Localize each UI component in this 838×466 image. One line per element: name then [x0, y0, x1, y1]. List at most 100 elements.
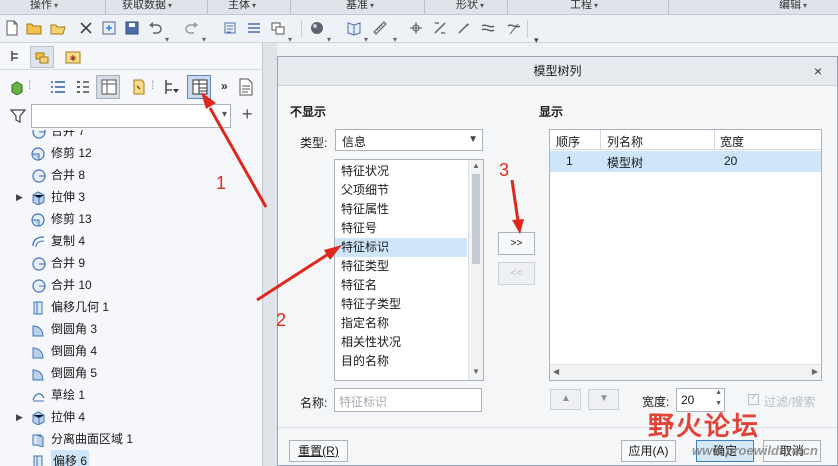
measure-icon[interactable] — [372, 20, 388, 36]
tree-filter-list-icon[interactable] — [75, 79, 91, 95]
search-dropdown-icon[interactable]: ▾ — [222, 109, 227, 120]
divider: ⁞ — [28, 78, 32, 92]
scroll-left-icon[interactable]: ◀ — [553, 367, 559, 376]
list-item[interactable]: 特征子类型 — [335, 295, 467, 314]
spin-up-icon[interactable]: ▲ — [715, 389, 722, 396]
tree-item[interactable]: 修剪 12 — [0, 142, 263, 164]
scroll-up-icon[interactable]: ▲ — [472, 161, 480, 170]
regenerate-icon[interactable] — [101, 20, 117, 36]
reset-button[interactable]: 重置(R) — [289, 440, 348, 462]
menu-shape[interactable]: 形状 ▾ — [456, 0, 484, 14]
new-file-icon[interactable] — [4, 20, 20, 36]
list-item[interactable]: 特征状况 — [335, 162, 467, 181]
tree-item[interactable]: 合并 9 — [0, 252, 263, 274]
list-item[interactable]: 特征名 — [335, 276, 467, 295]
available-columns-list[interactable]: 特征状况 父项细节 特征属性 特征号 特征标识 特征类型 特征名 特征子类型 指… — [334, 159, 484, 381]
expand-arrow-icon[interactable]: ▶ — [16, 186, 23, 208]
tree-columns-toggle[interactable] — [96, 75, 120, 99]
remove-column-button[interactable]: << — [498, 262, 535, 285]
shading-dropdown-icon[interactable]: ▾ — [327, 35, 331, 44]
windows-icon[interactable] — [270, 20, 286, 36]
list-item[interactable]: 特征类型 — [335, 257, 467, 276]
scroll-right-icon[interactable]: ▶ — [812, 367, 818, 376]
scroll-thumb[interactable] — [472, 174, 480, 264]
tree-item[interactable]: 倒圆角 4 — [0, 340, 263, 362]
tree-search-input[interactable] — [31, 104, 231, 128]
shading-sphere-icon[interactable] — [309, 20, 325, 36]
open-file-icon[interactable] — [26, 20, 42, 36]
document-icon[interactable] — [238, 78, 254, 96]
close-window-icon[interactable] — [78, 20, 94, 36]
table-hscrollbar[interactable]: ◀ ▶ — [550, 364, 821, 380]
redo-icon[interactable] — [184, 20, 200, 36]
datum-display-icon[interactable] — [408, 20, 424, 36]
type-select[interactable]: 信息 ▼ — [335, 129, 483, 151]
favorites-tab-icon[interactable]: ✱ — [65, 49, 81, 64]
list-item-selected[interactable]: 特征标识 — [335, 238, 467, 257]
overflow-chevron-icon[interactable]: » — [221, 79, 228, 93]
tree-item[interactable]: 复制 4 — [0, 230, 263, 252]
tree-item[interactable]: 合并 7 — [0, 130, 263, 142]
name-field[interactable]: 特征标识 — [334, 388, 482, 412]
move-up-button[interactable]: ▲ — [550, 389, 581, 410]
csys-display-icon[interactable] — [480, 20, 496, 36]
add-filter-icon[interactable]: + — [242, 104, 253, 125]
tree-item-label: 复制 4 — [51, 234, 86, 248]
tree-item-selected[interactable]: 偏移 6 — [0, 450, 263, 466]
name-label: 名称: — [300, 396, 328, 410]
show-tool-icon[interactable] — [131, 78, 147, 96]
move-down-button[interactable]: ▼ — [588, 389, 619, 410]
list-item[interactable]: 目的名称 — [335, 352, 467, 371]
table-row[interactable]: 1 模型树 20 — [550, 151, 821, 172]
tree-item[interactable]: 倒圆角 3 — [0, 318, 263, 340]
menu-edit[interactable]: 编辑 ▾ — [779, 0, 807, 14]
views-dropdown-icon[interactable]: ▾ — [364, 35, 368, 44]
menu-get-data[interactable]: 获取数据 ▾ — [122, 0, 172, 14]
tree-columns-button[interactable] — [187, 75, 211, 99]
tree-item[interactable]: 修剪 13 — [0, 208, 263, 230]
list-item[interactable]: 相关性状况 — [335, 333, 467, 352]
scroll-down-icon[interactable]: ▼ — [472, 367, 480, 376]
regenerate-manager-icon[interactable] — [246, 20, 262, 36]
apply-button[interactable]: 应用(A) — [621, 440, 676, 462]
menu-operations[interactable]: 操作 ▾ — [30, 0, 58, 14]
axis-display-icon[interactable] — [432, 20, 448, 36]
undo-icon[interactable] — [147, 20, 163, 36]
filter-funnel-icon[interactable] — [10, 108, 26, 124]
split-surface-icon — [32, 434, 44, 447]
menu-engineering[interactable]: 工程 ▾ — [570, 0, 598, 14]
tree-item[interactable]: 草绘 1 — [0, 384, 263, 406]
close-icon[interactable]: × — [811, 64, 825, 78]
list-scrollbar[interactable]: ▲ ▼ — [468, 160, 483, 380]
point-display-icon[interactable] — [456, 20, 472, 36]
list-item[interactable]: 父项细节 — [335, 181, 467, 200]
saved-views-icon[interactable] — [346, 20, 362, 36]
list-view-icon[interactable] — [50, 79, 66, 95]
model-tree-tab-icon[interactable] — [9, 49, 23, 63]
annotation-display-icon[interactable] — [506, 20, 522, 36]
trim-icon — [31, 147, 45, 161]
save-icon[interactable] — [124, 20, 140, 36]
list-item[interactable]: 特征号 — [335, 219, 467, 238]
add-column-button[interactable]: >> — [498, 232, 535, 255]
list-item[interactable]: 指定名称 — [335, 314, 467, 333]
panel-splitter[interactable] — [263, 43, 277, 466]
regenerate-model-icon[interactable] — [222, 20, 238, 36]
open-folder-icon[interactable] — [50, 20, 66, 36]
menu-datum[interactable]: 基准 ▾ — [346, 0, 374, 14]
measure-dropdown-icon[interactable]: ▾ — [393, 35, 397, 44]
tree-item[interactable]: 合并 10 — [0, 274, 263, 296]
folder-browser-tab[interactable] — [30, 46, 54, 68]
filter-search-checkbox[interactable]: ✓ — [748, 392, 759, 405]
tree-item[interactable]: 分离曲面区域 1 — [0, 428, 263, 450]
tree-item[interactable]: 倒圆角 5 — [0, 362, 263, 384]
windows-dropdown-icon[interactable]: ▾ — [288, 35, 292, 44]
menu-body[interactable]: 主体 ▾ — [228, 0, 256, 14]
expand-arrow-icon[interactable]: ▶ — [16, 406, 23, 428]
list-item[interactable]: 特征属性 — [335, 200, 467, 219]
toolbar-more-dropdown-icon[interactable]: ▾ — [534, 35, 539, 46]
settings-tree-icon[interactable] — [163, 78, 181, 96]
tree-item[interactable]: ▶ 拉伸 4 — [0, 406, 263, 428]
tree-item[interactable]: 偏移几何 1 — [0, 296, 263, 318]
dialog-titlebar[interactable]: 模型树列 — [278, 57, 837, 86]
